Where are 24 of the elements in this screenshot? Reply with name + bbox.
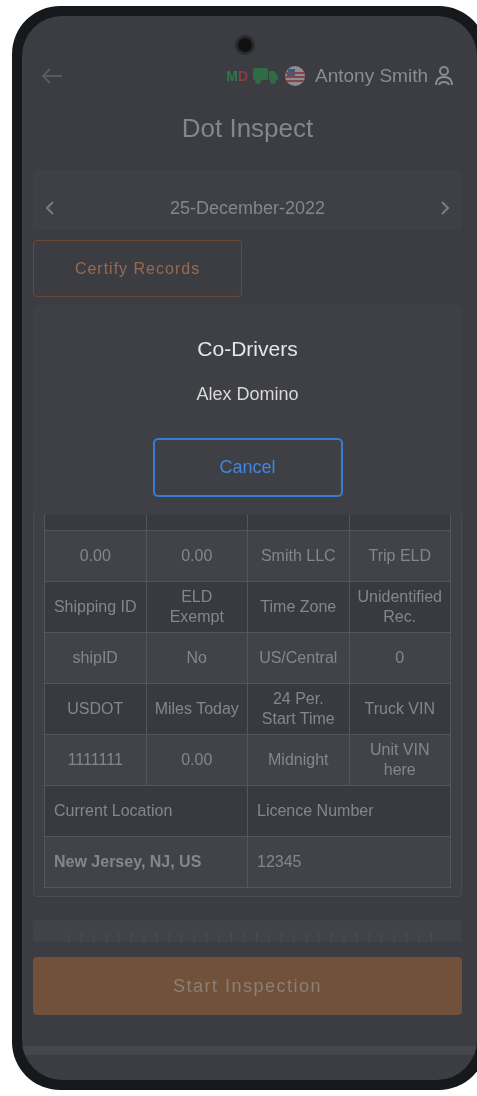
dialog-title: Co-Drivers — [197, 336, 298, 362]
table-cell-text: USDOT — [66, 699, 125, 719]
table-cell-text: 0.00 — [78, 546, 112, 566]
camera-icon — [235, 35, 255, 55]
chevron-left-icon[interactable] — [45, 200, 55, 216]
driver-name: Alex Domino — [196, 382, 299, 406]
flag-icon — [285, 66, 305, 86]
back-arrow-icon[interactable] — [41, 67, 63, 85]
user-icon[interactable] — [434, 65, 454, 87]
table-cell-text: Shipping ID — [52, 597, 138, 617]
certify-records-button[interactable]: Certify Records — [33, 240, 242, 297]
table-cell-text: 1111111 — [66, 750, 124, 770]
truck-icon — [253, 68, 279, 84]
cancel-button[interactable]: Cancel — [152, 437, 343, 497]
chevron-right-icon[interactable] — [440, 200, 450, 216]
start-inspection-button[interactable]: Start Inspection — [33, 957, 462, 1015]
date-label: 25-December-2022 — [168, 196, 327, 220]
user-name: Antony Smith — [315, 63, 428, 88]
table-cell-text: New Jersey, NJ, US — [53, 852, 203, 872]
page-title: Dot Inspect — [180, 111, 315, 145]
table-cell-text: Current Location — [53, 801, 174, 821]
table-cell: 12345 — [247, 837, 450, 887]
status-letters: MD — [226, 66, 248, 86]
table-cell-text: shipID — [71, 648, 119, 668]
